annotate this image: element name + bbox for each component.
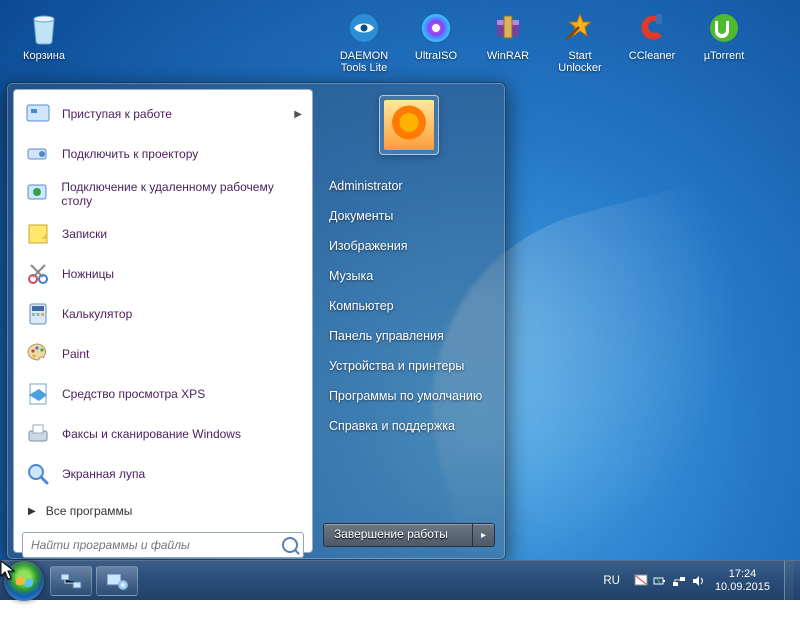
start-unlocker-icon: [560, 8, 600, 48]
ultraiso-icon: [416, 8, 456, 48]
right-item-documents[interactable]: Документы: [323, 201, 495, 231]
system-tray: [634, 574, 705, 588]
clock-time: 17:24: [715, 568, 770, 581]
program-label: Факсы и сканирование Windows: [62, 427, 241, 441]
search-icon: [282, 537, 298, 553]
projector-icon: [24, 140, 52, 168]
right-item-music[interactable]: Музыка: [323, 261, 495, 291]
program-label: Ножницы: [62, 267, 114, 281]
desktop-icon-label: CCleaner: [629, 50, 675, 62]
desktop[interactable]: Корзина DAEMON Tools Lite UltraISO WinRA…: [0, 0, 800, 600]
getting-started-icon: [24, 100, 52, 128]
shutdown-options-button[interactable]: ▸: [472, 524, 494, 546]
cursor-icon: [0, 560, 15, 580]
desktop-icon-label: Start Unlocker: [546, 50, 614, 74]
right-item-pictures[interactable]: Изображения: [323, 231, 495, 261]
show-desktop-button[interactable]: [784, 561, 794, 601]
right-item-user[interactable]: Administrator: [323, 171, 495, 201]
disc-monitor-icon: [105, 571, 129, 591]
taskbar: RU 17:24 10.09.2015: [0, 560, 800, 600]
desktop-icon-ultraiso[interactable]: UltraISO: [400, 4, 472, 74]
desktop-icon-label: Корзина: [23, 50, 65, 62]
start-menu: Приступая к работе ▶ Подключить к проект…: [6, 82, 506, 560]
taskbar-pinned-media[interactable]: [96, 566, 138, 596]
program-calculator[interactable]: Калькулятор: [16, 294, 310, 334]
right-item-default-programs[interactable]: Программы по умолчанию: [323, 381, 495, 411]
right-item-control-panel[interactable]: Панель управления: [323, 321, 495, 351]
clock-date: 10.09.2015: [715, 581, 770, 594]
program-label: Экранная лупа: [62, 467, 145, 481]
program-label: Paint: [62, 347, 89, 361]
shutdown-button-group: Завершение работы ▸: [323, 523, 495, 547]
program-label: Средство просмотра XPS: [62, 387, 205, 401]
desktop-icon-utorrent[interactable]: µTorrent: [688, 4, 760, 74]
all-programs[interactable]: ▶ Все программы: [16, 498, 310, 526]
desktop-icon-label: µTorrent: [704, 50, 745, 62]
program-getting-started[interactable]: Приступая к работе ▶: [16, 94, 310, 134]
desktop-icon-label: UltraISO: [415, 50, 457, 62]
calculator-icon: [24, 300, 52, 328]
all-programs-label: Все программы: [46, 504, 133, 518]
fax-scan-icon: [24, 420, 52, 448]
user-avatar-frame[interactable]: [379, 95, 439, 155]
chevron-right-icon: ▶: [28, 506, 36, 517]
volume-icon[interactable]: [691, 574, 705, 588]
program-label: Приступая к работе: [62, 107, 172, 121]
network-icon: [59, 571, 83, 591]
desktop-icon-label: WinRAR: [487, 50, 529, 62]
desktop-icon-winrar[interactable]: WinRAR: [472, 4, 544, 74]
winrar-icon: [488, 8, 528, 48]
right-item-devices-printers[interactable]: Устройства и принтеры: [323, 351, 495, 381]
network-tray-icon[interactable]: [672, 574, 686, 588]
sticky-notes-icon: [24, 220, 52, 248]
snipping-tool-icon: [24, 260, 52, 288]
right-item-help[interactable]: Справка и поддержка: [323, 411, 495, 441]
daemon-tools-icon: [344, 8, 384, 48]
program-label: Подключить к проектору: [62, 147, 198, 161]
recycle-bin-icon: [24, 8, 64, 48]
taskbar-right: RU 17:24 10.09.2015: [603, 561, 800, 601]
program-magnifier[interactable]: Экранная лупа: [16, 454, 310, 494]
program-sticky-notes[interactable]: Записки: [16, 214, 310, 254]
submenu-arrow-icon: ▶: [294, 109, 302, 120]
paint-icon: [24, 340, 52, 368]
xps-viewer-icon: [24, 380, 52, 408]
power-icon[interactable]: [653, 574, 667, 588]
program-projector[interactable]: Подключить к проектору: [16, 134, 310, 174]
start-menu-right-pane: Administrator Документы Изображения Музы…: [313, 89, 499, 553]
program-paint[interactable]: Paint: [16, 334, 310, 374]
program-remote-desktop[interactable]: Подключение к удаленному рабочему столу: [16, 174, 310, 214]
language-indicator[interactable]: RU: [603, 575, 620, 587]
desktop-icon-daemon-tools[interactable]: DAEMON Tools Lite: [328, 4, 400, 74]
ccleaner-icon: [632, 8, 672, 48]
program-label: Записки: [62, 227, 107, 241]
remote-desktop-icon: [24, 180, 51, 208]
user-avatar-icon: [384, 100, 434, 150]
program-label: Подключение к удаленному рабочему столу: [61, 180, 302, 208]
desktop-icon-start-unlocker[interactable]: Start Unlocker: [544, 4, 616, 74]
desktop-icon-recycle-bin[interactable]: Корзина: [8, 4, 80, 74]
desktop-icon-ccleaner[interactable]: CCleaner: [616, 4, 688, 74]
search-input[interactable]: [22, 532, 304, 558]
shutdown-button[interactable]: Завершение работы: [324, 524, 472, 546]
search-box: [22, 532, 304, 558]
desktop-icons: Корзина DAEMON Tools Lite UltraISO WinRA…: [0, 4, 800, 74]
program-label: Калькулятор: [62, 307, 132, 321]
magnifier-icon: [24, 460, 52, 488]
taskbar-pinned-network[interactable]: [50, 566, 92, 596]
action-center-icon[interactable]: [634, 574, 648, 588]
right-item-computer[interactable]: Компьютер: [323, 291, 495, 321]
program-fax-scan[interactable]: Факсы и сканирование Windows: [16, 414, 310, 454]
program-xps-viewer[interactable]: Средство просмотра XPS: [16, 374, 310, 414]
start-menu-left-pane: Приступая к работе ▶ Подключить к проект…: [13, 89, 313, 553]
program-snipping-tool[interactable]: Ножницы: [16, 254, 310, 294]
desktop-icon-label: DAEMON Tools Lite: [330, 50, 398, 74]
utorrent-icon: [704, 8, 744, 48]
taskbar-clock[interactable]: 17:24 10.09.2015: [713, 568, 772, 593]
